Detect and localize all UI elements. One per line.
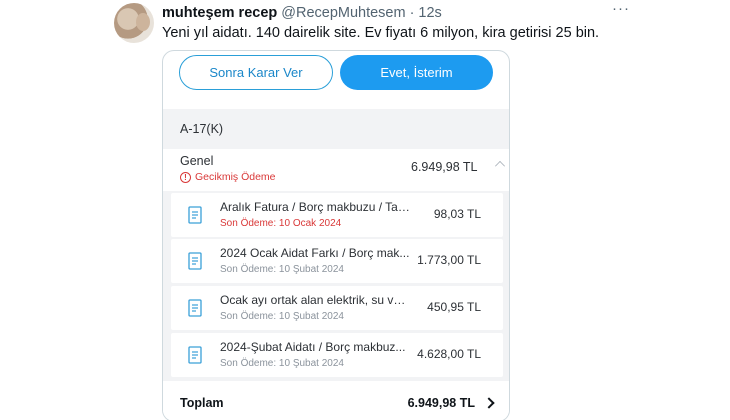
item-amount: 98,03 TL xyxy=(433,207,481,221)
group-label: Genel xyxy=(180,154,214,168)
list-item[interactable]: 2024 Ocak Aidat Farkı / Borç mak... Son … xyxy=(171,239,503,283)
overdue-label: Gecikmiş Ödeme xyxy=(195,171,276,183)
alert-icon: ! xyxy=(180,171,191,183)
tweet-text: Yeni yıl aidatı. 140 dairelik site. Ev f… xyxy=(162,25,600,41)
total-row[interactable]: Toplam 6.949,98 TL xyxy=(163,381,509,420)
document-icon xyxy=(188,346,202,364)
list-item[interactable]: 2024-Şubat Aidatı / Borç makbuz... Son Ö… xyxy=(171,333,503,377)
document-icon xyxy=(188,299,202,317)
item-amount: 1.773,00 TL xyxy=(417,253,481,267)
decide-later-button[interactable]: Sonra Karar Ver xyxy=(179,55,333,90)
item-due-date: Son Ödeme: 10 Şubat 2024 xyxy=(220,358,344,369)
item-title: Aralık Fatura / Borç makbuzu / Tazm... xyxy=(220,200,410,214)
item-amount: 4.628,00 TL xyxy=(417,347,481,361)
attached-screenshot-card: Sonra Karar Ver Evet, İsterim A-17(K) Ge… xyxy=(162,50,510,420)
overdue-status: ! Gecikmiş Ödeme xyxy=(180,171,276,183)
list-item[interactable]: Aralık Fatura / Borç makbuzu / Tazm... S… xyxy=(171,193,503,237)
tweet-header: muhteşem recep @RecepMuhtesem · 12s xyxy=(162,4,632,22)
item-title: 2024-Şubat Aidatı / Borç makbuz... xyxy=(220,340,406,354)
more-icon[interactable]: ··· xyxy=(612,1,630,20)
total-label: Toplam xyxy=(180,396,224,410)
separator-dot: · xyxy=(409,5,415,21)
document-icon xyxy=(188,206,202,224)
chevron-right-icon[interactable] xyxy=(483,397,495,409)
item-title: 2024 Ocak Aidat Farkı / Borç mak... xyxy=(220,246,410,260)
list-item[interactable]: Ocak ayı ortak alan elektrik, su ve... S… xyxy=(171,286,503,330)
item-amount: 450,95 TL xyxy=(427,300,481,314)
item-due-date: Son Ödeme: 10 Şubat 2024 xyxy=(220,264,344,275)
item-due-date: Son Ödeme: 10 Ocak 2024 xyxy=(220,218,342,229)
item-title: Ocak ayı ortak alan elektrik, su ve... xyxy=(220,293,410,307)
item-due-date: Son Ödeme: 10 Şubat 2024 xyxy=(220,311,344,322)
document-icon xyxy=(188,252,202,270)
yes-i-want-button[interactable]: Evet, İsterim xyxy=(340,55,493,90)
tweet-time[interactable]: 12s xyxy=(418,5,441,21)
account-label: A-17(K) xyxy=(180,122,224,136)
total-amount: 6.949,98 TL xyxy=(407,396,475,410)
group-row-general[interactable]: Genel ! Gecikmiş Ödeme 6.949,98 TL xyxy=(163,149,509,191)
account-header: A-17(K) xyxy=(163,109,509,149)
display-name[interactable]: muhteşem recep xyxy=(162,5,277,21)
avatar[interactable] xyxy=(114,3,154,43)
group-amount: 6.949,98 TL xyxy=(411,160,478,174)
chevron-up-icon[interactable] xyxy=(495,161,505,171)
user-handle[interactable]: @RecepMuhtesem xyxy=(281,5,405,21)
bill-list: Aralık Fatura / Borç makbuzu / Tazm... S… xyxy=(163,191,509,381)
